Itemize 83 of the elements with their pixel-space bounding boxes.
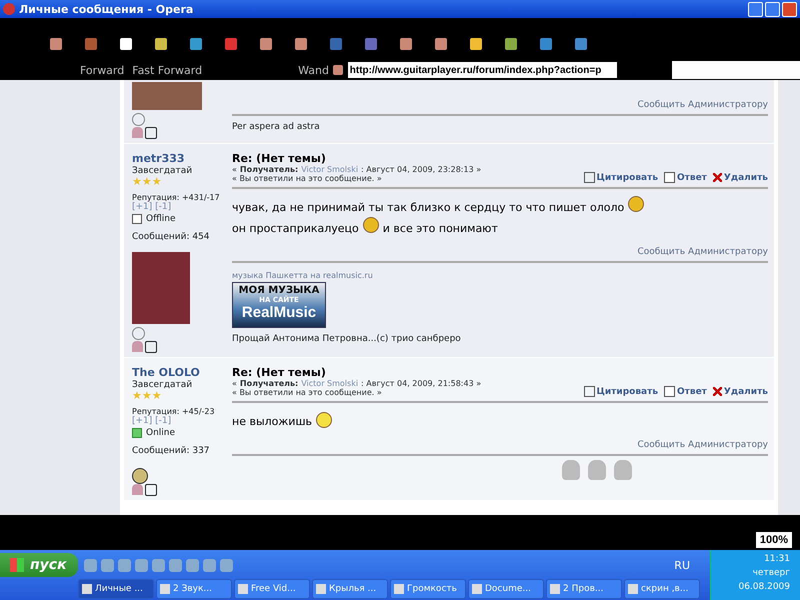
recipient-label: Получатель: [240, 379, 298, 388]
message-text: и все это понимают [382, 222, 498, 235]
report-link[interactable]: Сообщить Администратору [637, 440, 768, 450]
zoom-level[interactable]: 100% [756, 532, 792, 548]
toolbar-icon[interactable] [332, 65, 343, 75]
quick-launch-icon[interactable] [101, 558, 114, 572]
reputation-label: Репутация: +431/-17 [132, 193, 220, 202]
taskbar-button[interactable]: Free Vid... [234, 579, 310, 599]
recipient-link[interactable]: Victor Smolski [301, 379, 358, 388]
rep-minus-link[interactable]: [-1] [155, 202, 172, 212]
quick-launch-icon[interactable] [152, 558, 165, 572]
post-count: Сообщений: 454 [132, 232, 210, 242]
star-icon: ★ [142, 176, 152, 187]
reputation-label: Репутация: +45/-23 [132, 407, 215, 416]
post-title: Re: (Нет темы) [232, 152, 327, 165]
post-count: Сообщений: 337 [132, 446, 210, 456]
language-indicator[interactable]: RU [674, 558, 690, 572]
minimize-button[interactable] [748, 2, 763, 16]
message-text: чувак, да не принимай ты так близко к сердцу то что пишет ололо [232, 201, 624, 214]
clock-day: четверг [752, 566, 790, 580]
quote-button[interactable]: Цитировать [584, 386, 658, 397]
message-text: не выложишь [232, 415, 312, 428]
quote-button[interactable]: Цитировать [584, 172, 658, 183]
author-link[interactable]: The OLOLO [132, 366, 200, 379]
maximize-button[interactable] [765, 2, 780, 16]
taskbar-button[interactable]: Крылья ... [312, 579, 388, 599]
taskbar-button[interactable]: Docume... [468, 579, 544, 599]
post-title: Re: (Нет темы) [232, 366, 327, 379]
taskbar-button[interactable]: Личные ... [78, 579, 154, 599]
recipient-link[interactable]: Victor Smolski [301, 165, 358, 174]
search-field[interactable] [672, 61, 800, 79]
rep-minus-link[interactable]: [-1] [155, 416, 172, 426]
window-title: Личные сообщения - Opera [19, 2, 194, 16]
reply-button[interactable]: Ответ [664, 386, 707, 397]
clock-time: 11:31 [764, 553, 790, 566]
quick-launch-icon[interactable] [220, 558, 233, 572]
author-link[interactable]: metr333 [132, 152, 185, 165]
reply-button[interactable]: Ответ [664, 172, 707, 183]
message-text: он простаприкалуецо [232, 222, 359, 235]
recipient-label: Получатель: [240, 165, 298, 174]
rank-label: Завсегдатай [132, 166, 192, 176]
address-field[interactable]: http://www.guitarplayer.ru/forum/index.php?action=p [348, 62, 617, 78]
clock-date: 06.08.2009 [738, 581, 790, 594]
rank-label: Завсегдатай [132, 380, 192, 390]
quote-mark: « [232, 379, 237, 388]
replied-note: « Вы ответили на это сообщение. » [232, 174, 383, 183]
message-date: : Август 04, 2009, 23:28:13 » [361, 165, 482, 174]
signature-text: Per aspera ad astra [232, 122, 321, 132]
quick-launch-icon[interactable] [203, 558, 216, 572]
rep-plus-link[interactable]: [+1] [132, 416, 152, 426]
quick-launch-icon[interactable] [186, 558, 199, 572]
signature-text: Прощай Антонима Петровна...(с) трио санбреро [232, 334, 462, 344]
star-icon: ★ [132, 176, 142, 187]
taskbar-button[interactable]: 2 Пров... [546, 579, 622, 599]
status-label: Online [146, 428, 176, 438]
replied-note: « Вы ответили на это сообщение. » [232, 388, 383, 397]
quick-launch-icon[interactable] [118, 558, 131, 572]
opera-logo-icon [3, 3, 15, 15]
rep-plus-link[interactable]: [+1] [132, 202, 152, 212]
quick-launch-icon[interactable] [135, 558, 148, 572]
forward-button[interactable]: Forward [76, 64, 128, 76]
quick-launch-icon[interactable] [169, 558, 182, 572]
star-icon: ★ [152, 176, 162, 187]
delete-button[interactable]: Удалить [712, 386, 768, 397]
avatar-photo-placeholder [132, 82, 202, 110]
star-icon: ★ [142, 390, 152, 401]
quote-mark: « [232, 165, 237, 174]
delete-button[interactable]: Удалить [712, 172, 768, 183]
wand-button[interactable]: Wand [294, 64, 333, 76]
fast-forward-button[interactable]: Fast Forward [128, 64, 206, 76]
close-button[interactable] [782, 2, 797, 16]
report-link[interactable]: Сообщить Администратору [637, 100, 768, 110]
report-link[interactable]: Сообщить Администратору [637, 247, 768, 257]
taskbar-button[interactable]: скрин ,в... [624, 579, 700, 599]
star-icon: ★ [132, 390, 142, 401]
taskbar-button[interactable]: Громкость [390, 579, 466, 599]
message-date: : Август 04, 2009, 21:58:43 » [361, 379, 482, 388]
quick-launch-icon[interactable] [84, 558, 97, 572]
signature-link[interactable]: музыка Пашкетта на realmusic.ru [232, 271, 768, 280]
star-icon: ★ [152, 390, 162, 401]
taskbar-button[interactable]: 2 Звук... [156, 579, 232, 599]
start-button[interactable]: пуск [0, 553, 78, 577]
status-label: Offline [146, 214, 176, 224]
